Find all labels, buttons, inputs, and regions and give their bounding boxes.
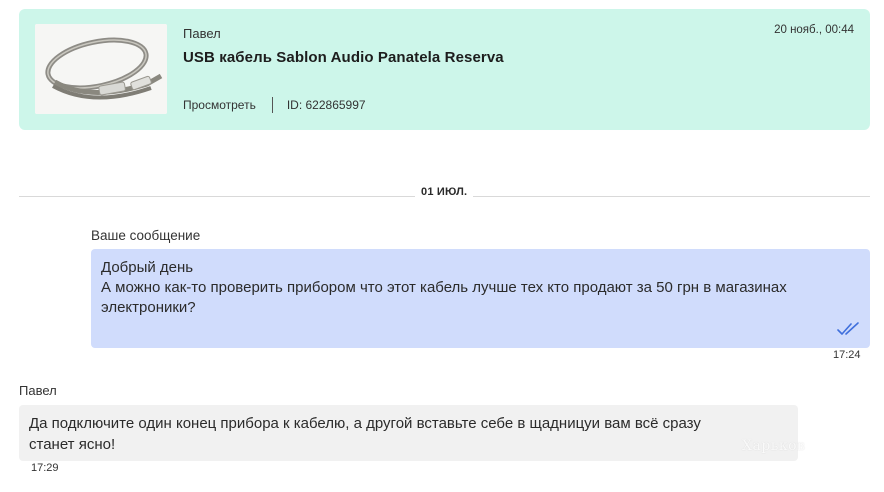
ad-card[interactable]: Павел USB кабель Sablon Audio Panatela R… [19, 9, 870, 130]
my-message-bubble: Добрый день А можно как-то проверить при… [91, 249, 870, 348]
ad-seller-name: Павел [183, 26, 221, 41]
ad-actions: Просмотреть ID: 622865997 [183, 97, 366, 113]
their-message-label: Павел [19, 383, 57, 398]
message-line: Да подключите один конец прибора к кабел… [29, 415, 701, 432]
watermark: Харьков [742, 438, 806, 454]
my-message-time: 17:24 [833, 349, 861, 361]
my-message-label: Ваше сообщение [91, 228, 201, 243]
message-line: станет ясно! [29, 436, 116, 453]
message-line: электроники? [101, 299, 196, 316]
message-line: Добрый день [101, 259, 194, 276]
their-message-bubble: Да подключите один конец прибора к кабел… [19, 405, 798, 461]
ad-id: ID: 622865997 [286, 98, 366, 112]
date-divider-label: 01 ИЮЛ. [415, 186, 474, 198]
ad-date: 20 нояб., 00:44 [774, 24, 854, 36]
divider [271, 97, 273, 113]
ad-title[interactable]: USB кабель Sablon Audio Panatela Reserva [183, 49, 504, 66]
ad-thumbnail[interactable] [35, 24, 167, 114]
cable-image [35, 24, 167, 114]
their-message-time: 17:29 [31, 462, 59, 474]
message-line: А можно как-то проверить прибором что эт… [101, 279, 787, 296]
view-ad-link[interactable]: Просмотреть [183, 98, 256, 112]
double-check-icon [837, 322, 859, 335]
